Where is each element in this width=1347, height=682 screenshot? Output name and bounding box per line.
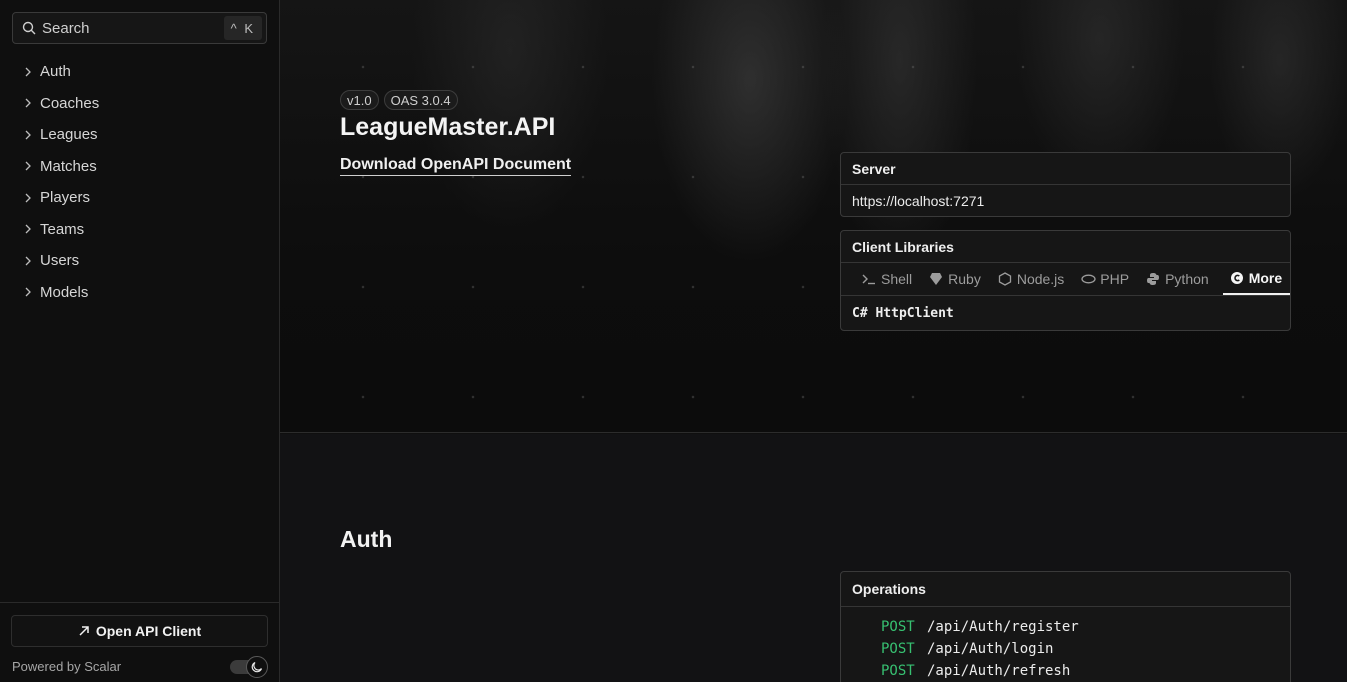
sidebar-item-label: Matches	[40, 157, 97, 175]
endpoint-path: /api/Auth/register	[927, 619, 1079, 635]
http-method: POST	[881, 641, 915, 657]
operations-panel: Operations POST /api/Auth/register POST …	[840, 571, 1291, 682]
client-library-tabs: Shell Ruby Node.js PHP Python More	[841, 263, 1291, 296]
nodejs-icon	[997, 271, 1013, 287]
operations-list: POST /api/Auth/register POST /api/Auth/l…	[841, 607, 1290, 682]
sidebar-item-label: Users	[40, 252, 80, 270]
tab-label: Python	[1165, 271, 1209, 287]
tab-label: Node.js	[1016, 271, 1065, 287]
endpoint-path: /api/Auth/refresh	[927, 663, 1071, 679]
sidebar-item-label: Coaches	[40, 94, 100, 112]
sidebar-item-matches[interactable]: Matches	[0, 151, 279, 183]
chevron-right-icon	[24, 67, 34, 77]
csharp-icon	[1229, 270, 1245, 286]
open-api-client-label: Open API Client	[95, 623, 202, 639]
selected-client-library[interactable]: C# HttpClient	[841, 296, 1290, 330]
sidebar-item-coaches[interactable]: Coaches	[0, 88, 279, 120]
external-arrow-icon	[78, 625, 90, 637]
chevron-right-icon	[24, 161, 34, 171]
sidebar-item-label: Teams	[40, 220, 85, 238]
sidebar-item-players[interactable]: Players	[0, 182, 279, 214]
tab-nodejs[interactable]: Node.js	[995, 263, 1066, 295]
powered-by-text: Powered by Scalar	[12, 659, 122, 674]
chevron-right-icon	[24, 224, 34, 234]
chevron-right-icon	[24, 130, 34, 140]
tab-more[interactable]: More	[1222, 263, 1291, 295]
chevron-right-icon	[24, 256, 34, 266]
server-panel: Server https://localhost:7271	[840, 152, 1291, 217]
operation-item[interactable]: POST /api/Auth/login	[881, 638, 1290, 660]
auth-section: Auth Operations POST /api/Auth/register …	[280, 434, 1347, 682]
python-icon	[1145, 271, 1161, 287]
operations-heading: Operations	[841, 572, 1290, 607]
version-badge: v1.0	[340, 90, 379, 110]
sidebar-item-users[interactable]: Users	[0, 245, 279, 277]
dark-mode-toggle[interactable]	[230, 656, 268, 678]
page-title: LeagueMaster.API	[340, 113, 556, 141]
sidebar-item-label: Auth	[40, 63, 71, 81]
sidebar-item-label: Models	[40, 283, 89, 301]
operation-item[interactable]: POST /api/Auth/refresh	[881, 660, 1290, 682]
tab-label: More	[1248, 270, 1283, 286]
chevron-right-icon	[24, 193, 34, 203]
sidebar-nav: Auth Coaches Leagues Matches Players Tea…	[0, 56, 279, 308]
sidebar-item-label: Leagues	[40, 126, 98, 144]
php-icon	[1080, 271, 1096, 287]
main-content: v1.0 OAS 3.0.4 LeagueMaster.API Download…	[280, 0, 1347, 682]
http-method: POST	[881, 663, 915, 679]
tab-ruby[interactable]: Ruby	[926, 263, 983, 295]
tab-label: PHP	[1100, 271, 1130, 287]
sidebar-item-leagues[interactable]: Leagues	[0, 119, 279, 151]
tab-shell[interactable]: Shell	[859, 263, 914, 295]
download-openapi-link[interactable]: Download OpenAPI Document	[340, 156, 572, 176]
sidebar-item-auth[interactable]: Auth	[0, 56, 279, 88]
http-method: POST	[881, 619, 915, 635]
sidebar: Search ^ K Auth Coaches Leagues Matches …	[0, 0, 280, 682]
operation-item[interactable]: POST /api/Auth/register	[881, 616, 1290, 638]
client-libraries-heading: Client Libraries	[841, 231, 1290, 263]
search-shortcut: ^ K	[223, 16, 262, 40]
tab-php[interactable]: PHP	[1078, 263, 1131, 295]
search-placeholder: Search	[42, 19, 90, 37]
terminal-icon	[861, 271, 877, 287]
server-url-select[interactable]: https://localhost:7271	[841, 185, 1290, 216]
section-title: Auth	[340, 526, 393, 552]
sidebar-item-label: Players	[40, 189, 91, 207]
chevron-right-icon	[24, 98, 34, 108]
chevron-right-icon	[24, 287, 34, 297]
tab-label: Shell	[881, 271, 913, 287]
sidebar-footer: Open API Client Powered by Scalar	[0, 602, 279, 682]
open-api-client-button[interactable]: Open API Client	[11, 615, 268, 647]
sidebar-item-models[interactable]: Models	[0, 277, 279, 309]
moon-icon	[246, 656, 268, 678]
version-badges: v1.0 OAS 3.0.4	[340, 90, 458, 110]
ruby-icon	[928, 271, 944, 287]
sidebar-item-teams[interactable]: Teams	[0, 214, 279, 246]
tab-python[interactable]: Python	[1143, 263, 1211, 295]
oas-badge: OAS 3.0.4	[383, 90, 458, 110]
tab-label: Ruby	[948, 271, 981, 287]
search-icon	[22, 21, 36, 35]
api-intro-section: v1.0 OAS 3.0.4 LeagueMaster.API Download…	[280, 0, 1347, 433]
client-libraries-panel: Client Libraries Shell Ruby Node.js PHP	[840, 230, 1291, 331]
server-heading: Server	[841, 153, 1290, 185]
search-input[interactable]: Search ^ K	[12, 12, 267, 44]
endpoint-path: /api/Auth/login	[927, 641, 1054, 657]
